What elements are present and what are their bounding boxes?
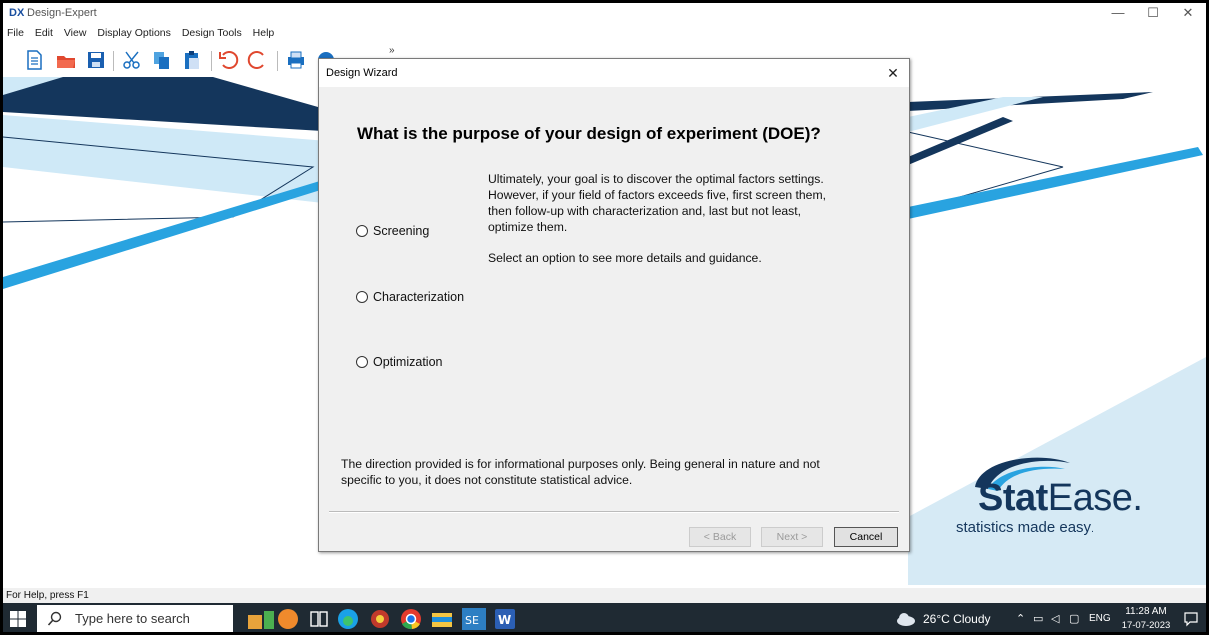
menu-design-tools[interactable]: Design Tools (178, 25, 246, 41)
back-button[interactable]: < Back (689, 527, 751, 547)
radio-label: Characterization (373, 290, 465, 304)
open-folder-icon[interactable] (55, 49, 77, 71)
chevron-up-icon[interactable]: ⌃ (1016, 612, 1025, 625)
radio-label: Optimization (373, 355, 443, 369)
radio-circle-icon (356, 225, 368, 237)
radio-circle-icon (356, 291, 368, 303)
new-file-icon[interactable] (23, 49, 45, 71)
description-line: optimize them. (488, 220, 568, 234)
description-line: However, if your field of factors exceed… (488, 188, 827, 202)
screening-radio[interactable]: Screening (356, 224, 429, 238)
design-expert-taskbar-icon[interactable]: SE (461, 607, 487, 631)
menu-file[interactable]: File (3, 25, 28, 41)
radio-circle-icon (356, 356, 368, 368)
window-title: Design-Expert (27, 7, 97, 19)
dialog-heading: What is the purpose of your design of ex… (357, 124, 821, 143)
save-icon[interactable] (85, 49, 107, 71)
widgets-icon[interactable] (246, 607, 302, 631)
dialog-title: Design Wizard (326, 67, 398, 79)
disclaimer-line: specific to you, it does not constitute … (341, 473, 633, 487)
statease-wordmark: StatEase. (978, 477, 1143, 519)
taskbar-search-box[interactable]: Type here to search (37, 605, 233, 632)
optimization-radio[interactable]: Optimization (356, 355, 442, 369)
dialog-close-button[interactable]: ✕ (883, 63, 903, 83)
dialog-separator (329, 511, 899, 513)
statease-tagline: statistics made easy. (956, 519, 1094, 536)
status-bar: For Help, press F1 (3, 588, 1206, 603)
copy-icon[interactable] (151, 49, 173, 71)
search-placeholder: Type here to search (75, 611, 190, 626)
dialog-hint: Select an option to see more details and… (488, 251, 762, 265)
app-icon[interactable] (368, 607, 392, 631)
next-button[interactable]: Next > (761, 527, 823, 547)
word-icon[interactable]: W (493, 607, 517, 631)
app-window: DX Design-Expert — ☐ ✕ File Edit View Di… (0, 0, 1209, 635)
cut-icon[interactable] (121, 49, 143, 71)
search-icon (47, 611, 62, 626)
svg-text:SE: SE (465, 614, 479, 627)
characterization-radio[interactable]: Characterization (356, 290, 464, 304)
task-view-icon[interactable] (307, 607, 331, 631)
volume-icon[interactable]: ◁ (1051, 612, 1059, 625)
close-window-button[interactable]: ✕ (1168, 3, 1206, 25)
design-wizard-dialog: Design Wizard ✕ What is the purpose of y… (318, 58, 910, 552)
cloud-icon (897, 613, 915, 626)
toolbar-separator (211, 51, 212, 71)
description-line: then follow-up with characterization and… (488, 204, 801, 218)
menu-view[interactable]: View (60, 25, 91, 41)
weather-text[interactable]: 26°C Cloudy (923, 612, 991, 626)
paste-icon[interactable] (181, 49, 203, 71)
dialog-description: Ultimately, your goal is to discover the… (488, 171, 888, 266)
print-icon[interactable] (285, 49, 307, 71)
file-explorer-icon[interactable] (430, 607, 454, 631)
redo-icon[interactable] (247, 49, 269, 71)
description-line: Ultimately, your goal is to discover the… (488, 172, 824, 186)
chrome-icon[interactable] (399, 607, 423, 631)
disclaimer-line: The direction provided is for informatio… (341, 457, 820, 471)
design-expert-logo-icon: DX (9, 7, 25, 19)
language-indicator[interactable]: ENG (1089, 613, 1111, 624)
dialog-title-bar: Design Wizard ✕ (319, 59, 909, 87)
maximize-button[interactable]: ☐ (1133, 3, 1173, 25)
clock-date[interactable]: 17-07-2023 (1119, 620, 1173, 631)
notifications-icon[interactable] (1183, 611, 1199, 627)
menu-display-options[interactable]: Display Options (93, 25, 175, 41)
svg-text:W: W (498, 613, 511, 627)
taskbar: Type here to search SE W 26°C Cloudy ⌃ ▭… (3, 603, 1206, 632)
undo-icon[interactable] (217, 49, 239, 71)
title-bar: DX Design-Expert — ☐ ✕ (3, 3, 1206, 25)
network-icon[interactable]: ▭ (1033, 612, 1043, 625)
clock-time[interactable]: 11:28 AM (1121, 606, 1171, 617)
toolbar-separator (277, 51, 278, 71)
menu-edit[interactable]: Edit (31, 25, 57, 41)
toolbar-overflow[interactable]: » (389, 45, 395, 56)
edge-browser-icon[interactable] (336, 607, 360, 631)
menu-bar: File Edit View Display Options Design To… (3, 25, 1206, 43)
cancel-button[interactable]: Cancel (834, 527, 898, 547)
menu-help[interactable]: Help (249, 25, 279, 41)
dialog-disclaimer: The direction provided is for informatio… (341, 456, 881, 488)
minimize-button[interactable]: — (1098, 3, 1138, 25)
windows-start-icon[interactable] (9, 610, 27, 628)
statease-logo: StatEase. statistics made easy. (948, 451, 1178, 551)
message-icon[interactable]: ▢ (1069, 612, 1079, 625)
radio-label: Screening (373, 224, 430, 238)
toolbar-separator (113, 51, 114, 71)
